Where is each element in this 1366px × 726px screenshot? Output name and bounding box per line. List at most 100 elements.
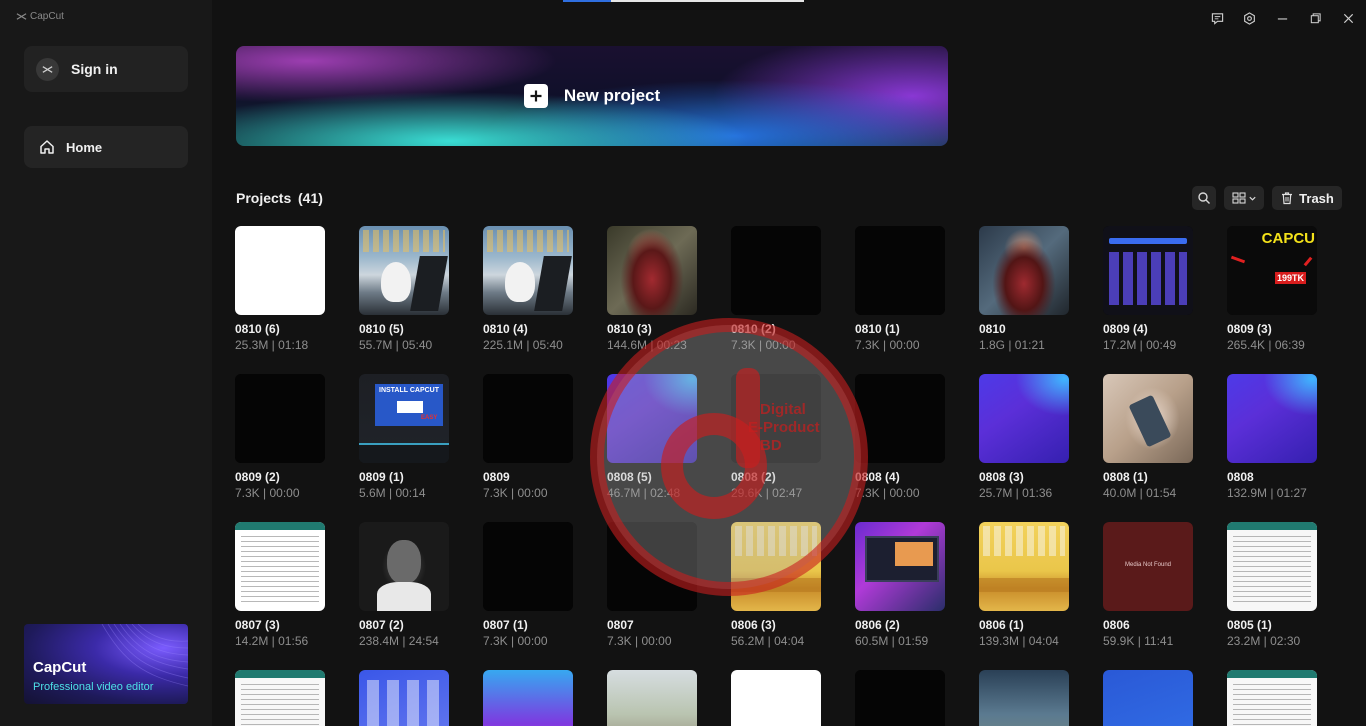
project-thumbnail[interactable]: Media Not Found <box>1103 522 1193 611</box>
project-thumbnail[interactable] <box>607 226 697 315</box>
project-thumbnail[interactable] <box>1227 374 1317 463</box>
project-meta: 56.2M | 04:04 <box>731 634 805 648</box>
project-card[interactable]: 0810 (3) 144.6M | 00:23 <box>607 226 697 352</box>
project-name: 0810 (4) <box>483 322 528 336</box>
search-icon <box>1198 192 1210 204</box>
project-card[interactable]: 0810 (5) 55.7M | 05:40 <box>359 226 449 352</box>
project-thumbnail[interactable] <box>235 374 325 463</box>
project-card[interactable]: 0806 (1) 139.3M | 04:04 <box>979 522 1069 648</box>
project-card[interactable] <box>1227 670 1317 726</box>
sign-in-button[interactable]: Sign in <box>24 46 188 92</box>
project-thumbnail[interactable] <box>483 522 573 611</box>
project-card[interactable]: 0808 132.9M | 01:27 <box>1227 374 1317 500</box>
project-card[interactable]: Picsart <box>483 670 573 726</box>
project-card[interactable]: 0810 (1) 7.3K | 00:00 <box>855 226 945 352</box>
project-meta: 59.9K | 11:41 <box>1103 634 1174 648</box>
project-thumbnail[interactable] <box>855 522 945 611</box>
project-card[interactable] <box>731 670 821 726</box>
project-thumbnail[interactable] <box>1103 670 1193 726</box>
thumbnail-detail <box>483 374 573 463</box>
grid-view-icon <box>1231 192 1246 204</box>
project-thumbnail[interactable] <box>1227 670 1317 726</box>
search-button[interactable] <box>1192 186 1216 210</box>
project-thumbnail[interactable] <box>979 670 1069 726</box>
thumbnail-detail <box>235 522 325 611</box>
project-name: 0807 (3) <box>235 618 280 632</box>
project-thumbnail[interactable] <box>1103 226 1193 315</box>
project-card[interactable]: 0808 (1) 40.0M | 01:54 <box>1103 374 1193 500</box>
project-card[interactable]: 0807 (1) 7.3K | 00:00 <box>483 522 573 648</box>
project-card[interactable]: 0806 (3) 56.2M | 04:04 <box>731 522 821 648</box>
project-thumbnail[interactable] <box>483 226 573 315</box>
project-thumbnail[interactable] <box>359 670 449 726</box>
project-thumbnail[interactable] <box>979 226 1069 315</box>
project-card[interactable]: 0810 (2) 7.3K | 00:00 <box>731 226 821 352</box>
project-thumbnail[interactable] <box>855 226 945 315</box>
settings-button[interactable] <box>1240 9 1258 27</box>
project-card[interactable]: 0808 (5) 46.7M | 02:48 <box>607 374 697 500</box>
project-thumbnail[interactable] <box>359 522 449 611</box>
project-card[interactable]: 0810 (4) 225.1M | 05:40 <box>483 226 573 352</box>
project-card[interactable]: 0808 (4) 7.3K | 00:00 <box>855 374 945 500</box>
project-thumbnail[interactable] <box>483 374 573 463</box>
project-meta: 46.7M | 02:48 <box>607 486 681 500</box>
new-project-button[interactable]: New project <box>236 46 948 146</box>
view-mode-dropdown[interactable] <box>1224 186 1264 210</box>
project-thumbnail[interactable] <box>855 670 945 726</box>
project-thumbnail[interactable]: Picsart <box>483 670 573 726</box>
project-thumbnail[interactable] <box>235 226 325 315</box>
project-thumbnail[interactable]: CAPCU 199TK <box>1227 226 1317 315</box>
project-thumbnail[interactable] <box>979 522 1069 611</box>
project-thumbnail[interactable]: INSTALL CAPCUT EASY <box>359 374 449 463</box>
project-thumbnail[interactable] <box>731 226 821 315</box>
project-card[interactable]: CAPCU 199TK 0809 (3) 265.4K | 06:39 <box>1227 226 1317 352</box>
project-thumbnail[interactable] <box>1227 522 1317 611</box>
trash-button[interactable]: Trash <box>1272 186 1342 210</box>
project-card[interactable]: 0810 1.8G | 01:21 <box>979 226 1069 352</box>
feedback-button[interactable] <box>1208 9 1226 27</box>
project-card[interactable]: 0807 (2) 238.4M | 24:54 <box>359 522 449 648</box>
project-card[interactable] <box>359 670 449 726</box>
project-card[interactable]: 0808 (3) 25.7M | 01:36 <box>979 374 1069 500</box>
project-card[interactable]: 0807 7.3K | 00:00 <box>607 522 697 648</box>
project-card[interactable] <box>235 670 325 726</box>
project-card[interactable]: 0810 (6) 25.3M | 01:18 <box>235 226 325 352</box>
project-card[interactable] <box>855 670 945 726</box>
project-card[interactable]: 0807 (3) 14.2M | 01:56 <box>235 522 325 648</box>
project-card[interactable]: 0806 (2) 60.5M | 01:59 <box>855 522 945 648</box>
capcut-avatar-icon <box>42 65 53 73</box>
project-thumbnail[interactable] <box>359 226 449 315</box>
project-thumbnail[interactable] <box>731 374 821 463</box>
projects-count: (41) <box>298 190 323 206</box>
project-thumbnail[interactable] <box>1103 374 1193 463</box>
app-logo: CapCut <box>16 11 64 22</box>
project-thumbnail[interactable] <box>979 374 1069 463</box>
project-card[interactable]: Media Not Found 0806 59.9K | 11:41 <box>1103 522 1193 648</box>
maximize-button[interactable] <box>1306 9 1324 27</box>
project-thumbnail[interactable] <box>731 670 821 726</box>
project-thumbnail[interactable] <box>235 670 325 726</box>
project-thumbnail[interactable] <box>607 670 697 726</box>
project-card[interactable] <box>979 670 1069 726</box>
project-card[interactable]: 0809 (4) 17.2M | 00:49 <box>1103 226 1193 352</box>
project-card[interactable]: 0805 (1) 23.2M | 02:30 <box>1227 522 1317 648</box>
project-card[interactable] <box>1103 670 1193 726</box>
project-thumbnail[interactable] <box>607 522 697 611</box>
project-card[interactable]: 0809 (2) 7.3K | 00:00 <box>235 374 325 500</box>
project-card[interactable] <box>607 670 697 726</box>
promo-title: CapCut <box>33 659 87 676</box>
project-card[interactable]: 0808 (2) 29.6K | 02:47 <box>731 374 821 500</box>
thumbnail-detail <box>607 374 697 463</box>
close-button[interactable] <box>1339 9 1357 27</box>
project-thumbnail[interactable] <box>607 374 697 463</box>
project-thumbnail[interactable] <box>855 374 945 463</box>
thumbnail-detail <box>607 522 697 611</box>
project-card[interactable]: INSTALL CAPCUT EASY 0809 (1) 5.6M | 00:14 <box>359 374 449 500</box>
project-card[interactable]: 0809 7.3K | 00:00 <box>483 374 573 500</box>
project-thumbnail[interactable] <box>235 522 325 611</box>
sidebar-item-home[interactable]: Home <box>24 126 188 168</box>
project-thumbnail[interactable] <box>731 522 821 611</box>
promo-banner[interactable]: CapCut Professional video editor <box>24 624 188 704</box>
minimize-button[interactable] <box>1273 9 1291 27</box>
project-meta: 5.6M | 00:14 <box>359 486 426 500</box>
